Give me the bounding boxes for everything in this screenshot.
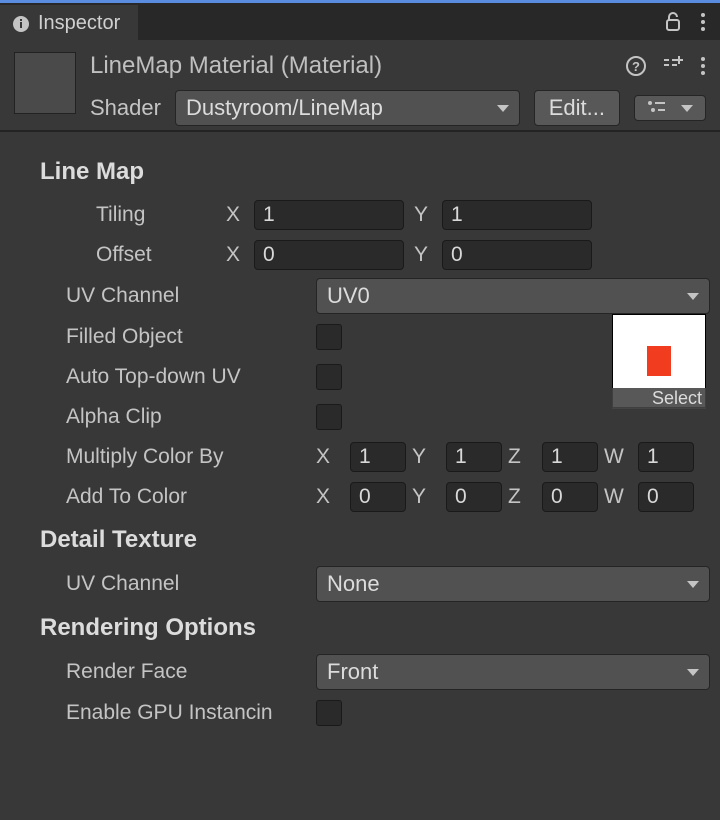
multiply-color-label: Multiply Color By [66, 445, 316, 469]
uv-channel-label: UV Channel [66, 284, 316, 308]
axis-z-label: Z [508, 445, 530, 469]
kebab-icon[interactable] [700, 56, 706, 76]
chevron-down-icon [687, 581, 699, 588]
uv-channel-value: UV0 [327, 283, 370, 309]
offset-label: Offset [96, 243, 226, 267]
axis-w-label: W [604, 485, 626, 509]
row-gpu-instancing: Enable GPU Instancin [66, 696, 710, 730]
uv-channel-dropdown[interactable]: UV0 [316, 278, 710, 314]
filled-object-label: Filled Object [66, 325, 316, 349]
lock-icon[interactable] [664, 12, 682, 32]
gpu-instancing-label: Enable GPU Instancin [66, 701, 316, 725]
auto-topdown-label: Auto Top-down UV [66, 365, 316, 389]
kebab-icon[interactable] [700, 12, 706, 32]
multiply-x-input[interactable] [350, 442, 406, 472]
material-header: LineMap Material (Material) ? Shader Dus… [0, 40, 720, 132]
multiply-z-input[interactable] [542, 442, 598, 472]
row-uv-channel: UV Channel UV0 [66, 278, 710, 314]
alpha-clip-label: Alpha Clip [66, 405, 316, 429]
axis-y-label: Y [412, 485, 434, 509]
row-detail-uv-channel: UV Channel None [66, 566, 710, 602]
chevron-down-icon [497, 105, 509, 112]
list-icon [647, 100, 667, 116]
axis-y-label: Y [414, 243, 436, 267]
edit-button[interactable]: Edit... [534, 90, 620, 126]
shader-value: Dustyroom/LineMap [186, 95, 383, 121]
shader-label: Shader [90, 95, 161, 121]
hierarchy-dropdown-button[interactable] [634, 95, 706, 121]
alpha-clip-checkbox[interactable] [316, 404, 342, 430]
offset-y-input[interactable] [442, 240, 592, 270]
detail-uv-channel-value: None [327, 571, 380, 597]
multiply-y-input[interactable] [446, 442, 502, 472]
axis-x-label: X [316, 445, 338, 469]
multiply-w-input[interactable] [638, 442, 694, 472]
filled-object-checkbox[interactable] [316, 324, 342, 350]
section-detail-title: Detail Texture [40, 526, 710, 554]
detail-uv-channel-label: UV Channel [66, 572, 316, 596]
gpu-instancing-checkbox[interactable] [316, 700, 342, 726]
tiling-x-input[interactable] [254, 200, 404, 230]
add-x-input[interactable] [350, 482, 406, 512]
add-z-input[interactable] [542, 482, 598, 512]
tab-inspector[interactable]: Inspector [0, 5, 138, 42]
add-to-color-label: Add To Color [66, 485, 316, 509]
info-icon [12, 15, 30, 33]
tiling-label: Tiling [96, 203, 226, 227]
axis-x-label: X [226, 243, 248, 267]
row-render-face: Render Face Front [66, 654, 710, 690]
texture-select-button[interactable]: Select [612, 388, 706, 409]
tab-label: Inspector [38, 12, 120, 35]
axis-z-label: Z [508, 485, 530, 509]
tiling-y-input[interactable] [442, 200, 592, 230]
chevron-down-icon [681, 105, 693, 112]
row-add-to-color: Add To Color X Y Z W [66, 480, 710, 514]
shader-dropdown[interactable]: Dustyroom/LineMap [175, 90, 520, 126]
chevron-down-icon [687, 669, 699, 676]
offset-x-input[interactable] [254, 240, 404, 270]
row-multiply-color: Multiply Color By X Y Z W [66, 440, 710, 474]
add-w-input[interactable] [638, 482, 694, 512]
section-linemap-title: Line Map [40, 158, 710, 186]
chevron-down-icon [687, 293, 699, 300]
material-title: LineMap Material (Material) [90, 52, 382, 80]
axis-y-label: Y [414, 203, 436, 227]
linemap-texture-slot[interactable]: Select [612, 314, 706, 426]
axis-y-label: Y [412, 445, 434, 469]
svg-text:?: ? [632, 59, 640, 74]
presets-icon[interactable] [662, 56, 684, 76]
axis-w-label: W [604, 445, 626, 469]
tab-bar: Inspector [0, 0, 720, 40]
material-preview-thumb[interactable] [14, 52, 76, 114]
section-rendering-title: Rendering Options [40, 614, 710, 642]
add-y-input[interactable] [446, 482, 502, 512]
auto-topdown-checkbox[interactable] [316, 364, 342, 390]
render-face-label: Render Face [66, 660, 316, 684]
row-offset: Offset X Y [96, 238, 710, 272]
render-face-value: Front [327, 659, 378, 685]
help-icon[interactable]: ? [626, 56, 646, 76]
row-tiling: Tiling X Y [96, 198, 710, 232]
axis-x-label: X [316, 485, 338, 509]
axis-x-label: X [226, 203, 248, 227]
render-face-dropdown[interactable]: Front [316, 654, 710, 690]
detail-uv-channel-dropdown[interactable]: None [316, 566, 710, 602]
